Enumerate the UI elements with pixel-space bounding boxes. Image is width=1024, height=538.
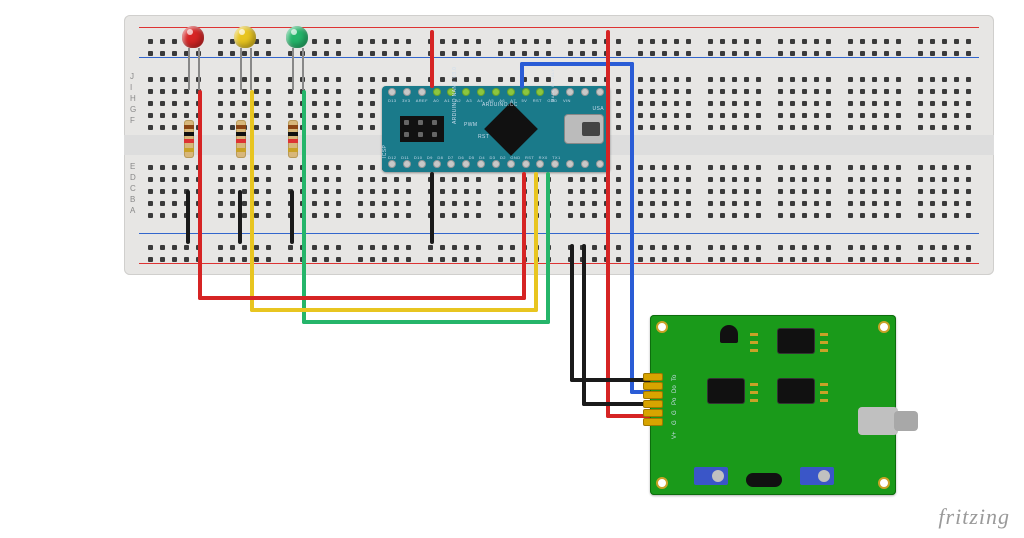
mount-hole-icon <box>656 477 668 489</box>
led-red <box>182 26 204 48</box>
nano-pins-bottom <box>388 160 604 170</box>
trim-pot-1 <box>694 467 728 485</box>
nano-pwm-label: PWM <box>464 122 477 128</box>
nano-made-label: MADE IN ITALY <box>550 68 555 102</box>
jumper-r2-gnd <box>238 190 242 244</box>
wire-d2-red-h <box>198 296 526 300</box>
ph-label-to: To <box>672 375 678 381</box>
bnc-connector <box>858 401 918 441</box>
circuit-diagram: JIHGF EDCBA <box>0 0 1024 538</box>
ph-label-po: Po <box>672 398 678 405</box>
led-green <box>286 26 308 48</box>
wire-a0-blue-h1 <box>520 62 634 66</box>
ph-pin-header <box>644 371 658 428</box>
ph-label-g2: G <box>672 420 678 425</box>
top-positive-rail-line <box>139 27 979 28</box>
nano-usb-slot <box>582 122 600 136</box>
smd-ic <box>778 379 814 403</box>
wire-d2-red-v2 <box>198 90 202 300</box>
led-yellow-lead-1 <box>240 48 242 90</box>
jumper-r1-gnd <box>186 190 190 244</box>
resistor-r3 <box>288 120 298 158</box>
arduino-nano: ARDUINO NANO V3.0 ARDUINO.CC MADE IN ITA… <box>382 86 610 172</box>
wire-d4-green-v1 <box>546 172 550 324</box>
wire-d3-yellow-v1 <box>534 172 538 312</box>
wire-nano-gnd-rail <box>430 172 434 244</box>
wire-nano-5v-rail <box>430 30 434 88</box>
led-red-lead-2 <box>198 48 200 90</box>
ph-pin-g2 <box>644 410 662 416</box>
ph-label-do: Do <box>672 385 678 393</box>
trim-pot-2 <box>800 467 834 485</box>
wire-d3-yellow-v2 <box>250 90 254 312</box>
ph-pin-do <box>644 383 662 389</box>
capacitor-icon <box>746 473 782 487</box>
led-green-lead-2 <box>302 48 304 90</box>
wire-d2-red-v1 <box>522 172 526 300</box>
ph-sensor-module: To Do Po G G V+ <box>650 315 896 495</box>
ph-label-g1: G <box>672 410 678 415</box>
wire-d4-green-v2 <box>302 90 306 324</box>
led-red-lead-1 <box>188 48 190 90</box>
nano-usa-label: USA <box>593 106 604 112</box>
jumper-r3-gnd <box>290 190 294 244</box>
transistor-icon <box>720 325 738 343</box>
wire-a0-blue-vnano <box>520 62 524 88</box>
wire-gnd-ph-2v <box>570 244 574 382</box>
ph-label-vplus: V+ <box>672 431 678 439</box>
mount-hole-icon <box>878 477 890 489</box>
led-yellow <box>234 26 256 48</box>
lower-field-holes <box>144 207 974 243</box>
ph-pin-po <box>644 392 662 398</box>
nano-bottom-pin-labels: D12 D11 D10 D9 D8 D7 D6 D5 D4 D3 D2 GND … <box>388 155 561 160</box>
resistor-r2 <box>236 120 246 158</box>
nano-board-label: ARDUINO NANO V3.0 <box>452 67 458 124</box>
bottom-rail-holes-2 <box>144 251 974 287</box>
nano-pins-top <box>388 88 604 98</box>
nano-rst-label: RST <box>478 134 489 140</box>
row-labels-left-lower: EDCBA <box>130 161 136 216</box>
ph-pin-vplus <box>644 419 662 425</box>
resistor-r1 <box>184 120 194 158</box>
wire-a0-blue-v2 <box>630 62 634 394</box>
nano-top-pin-labels: D13 3V3 AREF A0 A1 A2 A3 A4 A5 A6 A7 5V … <box>388 98 571 103</box>
wire-d4-green-h <box>302 320 550 324</box>
ph-pin-to <box>644 374 662 380</box>
row-labels-left: JIHGF <box>130 71 136 126</box>
wire-rail-vplus-v <box>606 30 610 418</box>
mount-hole-icon <box>878 321 890 333</box>
smd-ic <box>778 329 814 353</box>
icsp-header <box>400 116 444 142</box>
mount-hole-icon <box>656 321 668 333</box>
wire-d3-yellow-h <box>250 308 538 312</box>
fritzing-watermark: fritzing <box>938 504 1010 530</box>
led-green-lead-1 <box>292 48 294 90</box>
nano-mcu-chip <box>484 102 538 156</box>
ph-pin-g1 <box>644 401 662 407</box>
led-yellow-lead-2 <box>250 48 252 90</box>
smd-ic <box>708 379 744 403</box>
